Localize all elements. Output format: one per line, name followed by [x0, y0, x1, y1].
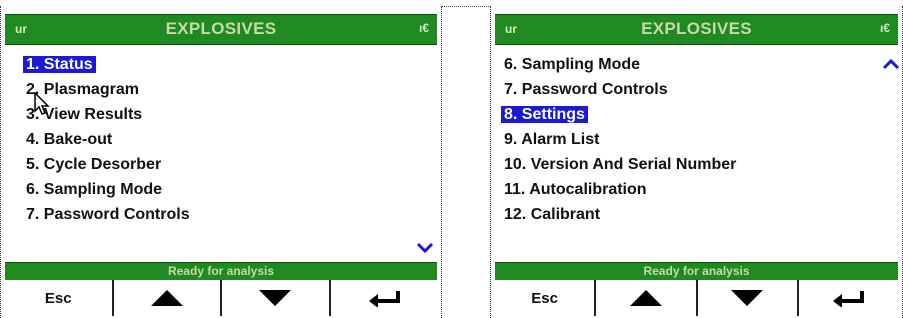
- menu-item-status[interactable]: 1. Status: [23, 52, 193, 77]
- down-triangle-icon: [259, 290, 292, 306]
- softkey-bar: Esc: [495, 280, 898, 316]
- scroll-up-chevron-icon[interactable]: [883, 59, 899, 70]
- menu-item-cycle-desorber[interactable]: 5. Cycle Desorber: [23, 152, 193, 177]
- status-bar: Ready for analysis: [495, 262, 898, 280]
- status-indicator-right: ı€: [418, 21, 429, 35]
- title-bar: ur EXPLOSIVES ı€: [495, 14, 898, 45]
- enter-arrow-icon: [833, 291, 865, 307]
- menu-item-settings[interactable]: 8. Settings: [501, 102, 739, 127]
- main-menu: 1. Status 2. Plasmagram 3. View Results …: [23, 52, 193, 227]
- screen-title: EXPLOSIVES: [165, 19, 277, 38]
- screen-title: EXPLOSIVES: [641, 19, 752, 38]
- status-indicator-right: ı€: [879, 21, 890, 35]
- esc-button[interactable]: Esc: [495, 280, 597, 316]
- mouse-pointer-icon: [34, 91, 50, 121]
- enter-button[interactable]: [331, 280, 438, 316]
- esc-label: Esc: [531, 289, 558, 307]
- down-triangle-icon: [731, 290, 764, 306]
- esc-button[interactable]: Esc: [5, 280, 114, 316]
- down-button[interactable]: [698, 280, 799, 316]
- status-bar: Ready for analysis: [5, 262, 437, 280]
- softkey-bar: Esc: [5, 280, 437, 316]
- menu-item-password-controls[interactable]: 7. Password Controls: [23, 202, 193, 227]
- menu-item-version-and-serial-number[interactable]: 10. Version And Serial Number: [501, 152, 739, 177]
- menu-item-bake-out[interactable]: 4. Bake-out: [23, 127, 193, 152]
- menu-item-sampling-mode[interactable]: 6. Sampling Mode: [501, 52, 739, 77]
- enter-button[interactable]: [799, 280, 898, 316]
- down-button[interactable]: [222, 280, 331, 316]
- up-button[interactable]: [596, 280, 698, 316]
- menu-item-alarm-list[interactable]: 9. Alarm List: [501, 127, 739, 152]
- main-menu: 6. Sampling Mode 7. Password Controls 8.…: [501, 52, 739, 227]
- up-button[interactable]: [114, 280, 222, 316]
- menu-item-password-controls[interactable]: 7. Password Controls: [501, 77, 739, 102]
- enter-arrow-icon: [368, 291, 400, 307]
- title-bar: ur EXPLOSIVES ı€: [5, 14, 437, 45]
- scroll-down-chevron-icon[interactable]: [417, 242, 433, 253]
- up-triangle-icon: [629, 290, 662, 306]
- up-triangle-icon: [150, 290, 183, 306]
- device-screen-right: ur EXPLOSIVES ı€ 6. Sampling Mode 7. Pas…: [490, 6, 903, 318]
- esc-label: Esc: [44, 289, 72, 307]
- menu-item-autocalibration[interactable]: 11. Autocalibration: [501, 177, 739, 202]
- menu-item-calibrant[interactable]: 12. Calibrant: [501, 202, 739, 227]
- device-screen-left: ur EXPLOSIVES ı€ 1. Status 2. Plasmagram…: [0, 6, 442, 318]
- menu-item-sampling-mode[interactable]: 6. Sampling Mode: [23, 177, 193, 202]
